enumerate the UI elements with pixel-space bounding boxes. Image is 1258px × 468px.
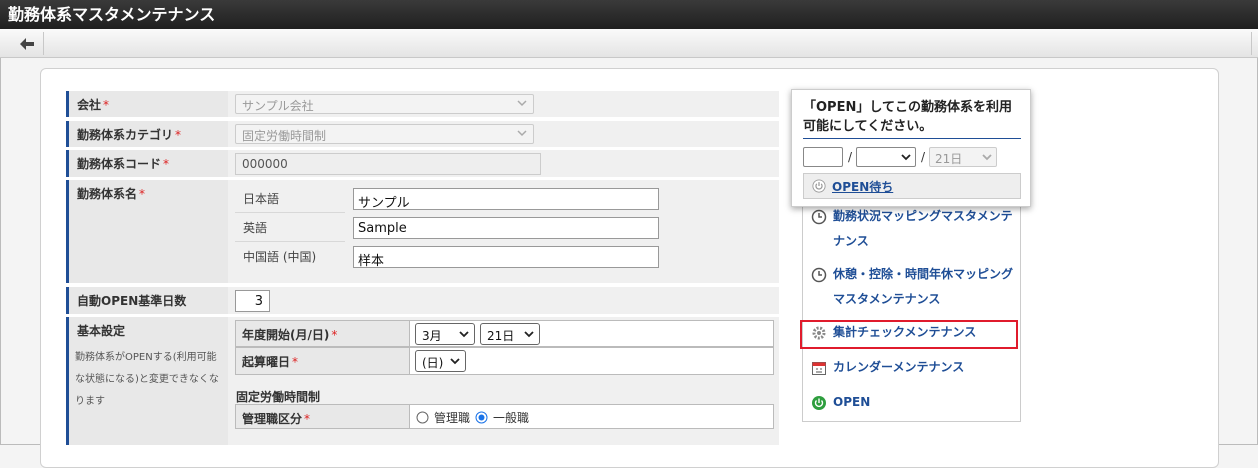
code-field: 000000 — [235, 153, 541, 175]
window-title: 勤務体系マスタメンテナンス — [0, 0, 1258, 29]
fixed-work-section-title: 固定労働時間制 — [236, 390, 321, 404]
category-select[interactable]: 固定労働時間制 — [235, 124, 534, 144]
year-start-day-select[interactable]: 21日 — [480, 323, 540, 345]
divider — [235, 241, 345, 242]
chevron-down-icon — [459, 331, 469, 338]
back-button[interactable] — [11, 32, 44, 55]
company-select[interactable]: サンプル会社 — [235, 94, 534, 114]
chevron-down-icon — [450, 358, 460, 365]
locale-label-en: 英語 — [243, 221, 268, 235]
chevron-down-icon — [524, 331, 534, 338]
code-label: 勤務体系コード * — [66, 150, 228, 177]
general-option-label: 一般職 — [493, 411, 530, 425]
power-icon — [812, 179, 826, 193]
company-row: 会社 * サンプル会社 — [66, 91, 779, 117]
chevron-down-icon — [517, 100, 527, 107]
start-weekday-select[interactable]: (日) — [415, 350, 466, 372]
chevron-down-icon — [901, 154, 911, 161]
clock-icon — [811, 209, 827, 225]
open-year-input[interactable] — [803, 147, 843, 167]
category-row: 勤務体系カテゴリ * 固定労働時間制 — [66, 121, 779, 147]
date-separator: / — [921, 150, 926, 164]
auto-open-days-input[interactable]: 3 — [235, 290, 270, 312]
year-start-label: 年度開始(月/日) * — [235, 320, 410, 347]
menu-item-break-mapping[interactable]: 休憩・控除・時間年休マッピングマスタメンテナンス — [811, 262, 1023, 312]
start-weekday-label: 起算曜日 * — [235, 347, 410, 375]
locale-label-zh: 中国語 (中国) — [243, 250, 317, 264]
company-label: 会社 * — [66, 91, 228, 117]
radio-checked-icon — [475, 411, 488, 424]
open-day-select[interactable]: 21日 — [929, 147, 997, 167]
open-wait-label: OPEN待ち — [832, 179, 894, 194]
open-month-select[interactable] — [856, 147, 916, 167]
year-start-month-select[interactable]: 3月 — [415, 323, 475, 345]
auto-open-row: 自動OPEN基準日数 — [66, 287, 779, 314]
basic-settings-note: 勤務体系がOPENする(利用可能な状態になる)と変更できなくなります — [75, 352, 219, 407]
manager-radio[interactable]: 管理職 — [416, 409, 470, 426]
date-separator: / — [848, 150, 853, 164]
general-radio[interactable]: 一般職 — [475, 409, 529, 426]
name-en-input[interactable]: Sample — [353, 217, 659, 239]
toolbar-divider — [1251, 32, 1252, 55]
menu-item-calendar[interactable]: カレンダーメンテナンス — [811, 355, 964, 380]
radio-unchecked-icon — [416, 411, 429, 424]
menu-item-open[interactable]: OPEN — [811, 390, 870, 415]
name-ja-input[interactable]: サンプル — [353, 188, 659, 211]
name-zh-input[interactable]: 样本 — [353, 246, 659, 269]
action-menu: 勤務状況マッピングマスタメンテナンス 休憩・控除・時間年休マッピングマスタメンテ… — [802, 197, 1021, 422]
chevron-down-icon — [517, 130, 527, 137]
open-popup: 「OPEN」してこの勤務体系を利用可能にしてください。 / / 21日 OPEN… — [791, 89, 1031, 207]
divider — [235, 212, 345, 213]
manager-type-label: 管理職区分 * — [235, 404, 410, 429]
code-row: 勤務体系コード * 000000 — [66, 150, 779, 177]
open-wait-status[interactable]: OPEN待ち — [803, 173, 1021, 199]
clock-icon — [811, 267, 827, 283]
chevron-down-icon — [982, 154, 992, 161]
name-label: 勤務体系名 * — [66, 180, 228, 283]
toolbar — [0, 29, 1258, 58]
arrow-left-icon — [20, 37, 34, 50]
auto-open-label: 自動OPEN基準日数 — [66, 287, 228, 314]
manager-option-label: 管理職 — [434, 411, 471, 425]
power-icon — [812, 396, 826, 410]
highlight-frame — [800, 320, 1018, 349]
menu-item-work-status-mapping[interactable]: 勤務状況マッピングマスタメンテナンス — [811, 204, 1018, 254]
popup-message: 「OPEN」してこの勤務体系を利用可能にしてください。 — [803, 98, 1021, 139]
calendar-icon — [812, 362, 826, 375]
locale-label-ja: 日本語 — [243, 192, 280, 206]
category-label: 勤務体系カテゴリ * — [66, 121, 228, 147]
